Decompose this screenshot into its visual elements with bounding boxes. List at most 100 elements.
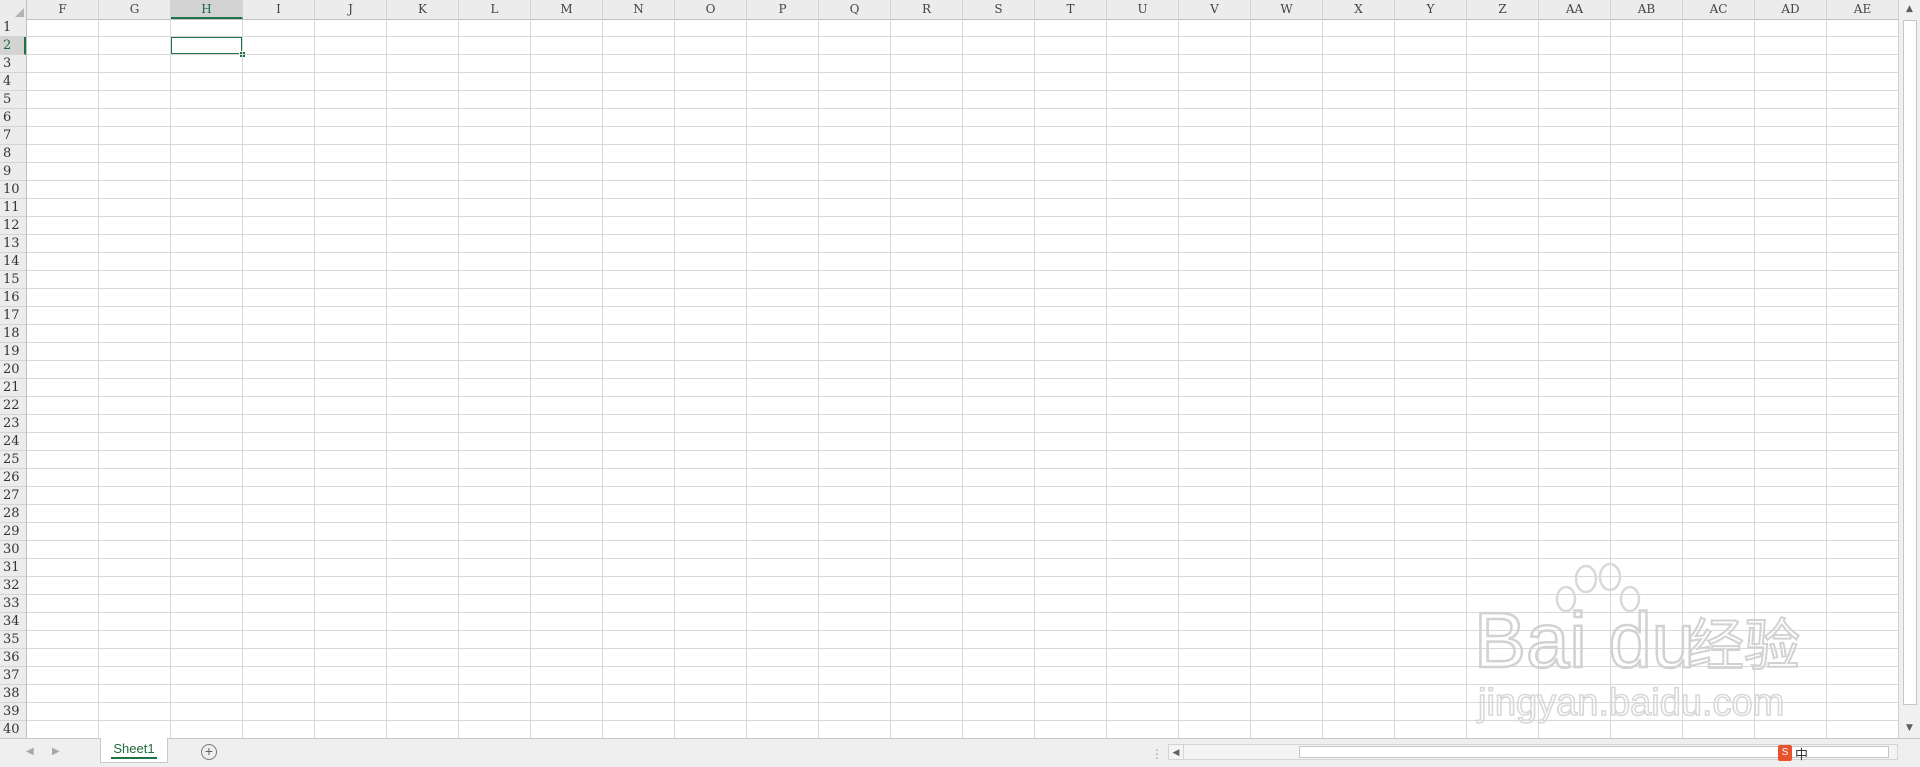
column-header-r[interactable]: R — [891, 0, 963, 19]
row-header-20[interactable]: 20 — [0, 361, 26, 379]
row-header-40[interactable]: 40 — [0, 721, 26, 739]
row-header-22[interactable]: 22 — [0, 397, 26, 415]
grid-row-line — [27, 216, 1898, 217]
column-header-t[interactable]: T — [1035, 0, 1107, 19]
grid-row-line — [27, 36, 1898, 37]
add-sheet-button[interactable]: + — [201, 744, 217, 760]
row-header-17[interactable]: 17 — [0, 307, 26, 325]
vertical-scroll-thumb[interactable] — [1903, 20, 1917, 705]
ime-icon[interactable]: S — [1778, 745, 1792, 761]
select-all-corner[interactable] — [0, 0, 27, 19]
grid-row-line — [27, 90, 1898, 91]
row-header-21[interactable]: 21 — [0, 379, 26, 397]
column-header-aa[interactable]: AA — [1539, 0, 1611, 19]
grid-row-line — [27, 270, 1898, 271]
split-handle-icon[interactable]: ⋮ — [1151, 747, 1163, 761]
grid-row-line — [27, 468, 1898, 469]
row-header-37[interactable]: 37 — [0, 667, 26, 685]
row-header-6[interactable]: 6 — [0, 109, 26, 127]
tab-scroll-left-icon[interactable]: ◀ — [26, 746, 34, 757]
grid-row-line — [27, 630, 1898, 631]
row-header-39[interactable]: 39 — [0, 703, 26, 721]
column-header-i[interactable]: I — [243, 0, 315, 19]
scroll-left-arrow-icon[interactable]: ◀ — [1169, 745, 1184, 759]
row-header-32[interactable]: 32 — [0, 577, 26, 595]
grid-row-line — [27, 108, 1898, 109]
column-header-u[interactable]: U — [1107, 0, 1179, 19]
row-header-29[interactable]: 29 — [0, 523, 26, 541]
row-header-34[interactable]: 34 — [0, 613, 26, 631]
row-header-28[interactable]: 28 — [0, 505, 26, 523]
grid-row-line — [27, 198, 1898, 199]
row-header-14[interactable]: 14 — [0, 253, 26, 271]
sheet-tab-label: Sheet1 — [113, 741, 155, 756]
column-header-o[interactable]: O — [675, 0, 747, 19]
column-header-v[interactable]: V — [1179, 0, 1251, 19]
column-header-l[interactable]: L — [459, 0, 531, 19]
row-header-27[interactable]: 27 — [0, 487, 26, 505]
row-header-2[interactable]: 2 — [0, 37, 26, 55]
row-header-13[interactable]: 13 — [0, 235, 26, 253]
row-header-10[interactable]: 10 — [0, 181, 26, 199]
column-header-p[interactable]: P — [747, 0, 819, 19]
row-header-19[interactable]: 19 — [0, 343, 26, 361]
select-all-triangle-icon — [15, 8, 24, 17]
column-header-q[interactable]: Q — [819, 0, 891, 19]
scroll-up-arrow-icon[interactable]: ▲ — [1902, 2, 1917, 17]
row-header-25[interactable]: 25 — [0, 451, 26, 469]
row-header-16[interactable]: 16 — [0, 289, 26, 307]
column-header-g[interactable]: G — [99, 0, 171, 19]
row-header-30[interactable]: 30 — [0, 541, 26, 559]
column-header-f[interactable]: F — [27, 0, 99, 19]
column-header-s[interactable]: S — [963, 0, 1035, 19]
column-header-n[interactable]: N — [603, 0, 675, 19]
grid-row-line — [27, 414, 1898, 415]
row-header-18[interactable]: 18 — [0, 325, 26, 343]
cell-grid[interactable] — [27, 19, 1898, 738]
row-header-24[interactable]: 24 — [0, 433, 26, 451]
grid-row-line — [27, 666, 1898, 667]
column-header-ad[interactable]: AD — [1755, 0, 1827, 19]
row-header-7[interactable]: 7 — [0, 127, 26, 145]
row-header-26[interactable]: 26 — [0, 469, 26, 487]
row-header-33[interactable]: 33 — [0, 595, 26, 613]
grid-row-line — [27, 684, 1898, 685]
column-header-ac[interactable]: AC — [1683, 0, 1755, 19]
column-header-h[interactable]: H — [171, 0, 243, 19]
row-header-1[interactable]: 1 — [0, 19, 26, 37]
row-header-11[interactable]: 11 — [0, 199, 26, 217]
ime-label: S — [1781, 747, 1789, 758]
column-header-ae[interactable]: AE — [1827, 0, 1899, 19]
row-header-3[interactable]: 3 — [0, 55, 26, 73]
column-header-k[interactable]: K — [387, 0, 459, 19]
grid-row-line — [27, 324, 1898, 325]
row-header-36[interactable]: 36 — [0, 649, 26, 667]
input-language-indicator[interactable]: 中 — [1795, 744, 1808, 763]
selected-cell[interactable] — [170, 36, 243, 55]
row-header-4[interactable]: 4 — [0, 73, 26, 91]
grid-row-line — [27, 288, 1898, 289]
grid-row-line — [27, 72, 1898, 73]
grid-row-line — [27, 720, 1898, 721]
row-header-15[interactable]: 15 — [0, 271, 26, 289]
row-header-31[interactable]: 31 — [0, 559, 26, 577]
vertical-scrollbar[interactable]: ▲ ▼ — [1898, 0, 1920, 738]
row-header-23[interactable]: 23 — [0, 415, 26, 433]
row-header-9[interactable]: 9 — [0, 163, 26, 181]
column-header-ab[interactable]: AB — [1611, 0, 1683, 19]
scroll-down-arrow-icon[interactable]: ▼ — [1902, 721, 1917, 736]
column-header-z[interactable]: Z — [1467, 0, 1539, 19]
tab-sheet1[interactable]: Sheet1 — [100, 738, 168, 763]
row-header-12[interactable]: 12 — [0, 217, 26, 235]
row-header-5[interactable]: 5 — [0, 91, 26, 109]
column-header-w[interactable]: W — [1251, 0, 1323, 19]
column-header-x[interactable]: X — [1323, 0, 1395, 19]
column-header-m[interactable]: M — [531, 0, 603, 19]
grid-row-line — [27, 252, 1898, 253]
row-header-35[interactable]: 35 — [0, 631, 26, 649]
row-header-38[interactable]: 38 — [0, 685, 26, 703]
column-header-j[interactable]: J — [315, 0, 387, 19]
tab-scroll-right-icon[interactable]: ▶ — [52, 746, 60, 757]
row-header-8[interactable]: 8 — [0, 145, 26, 163]
column-header-y[interactable]: Y — [1395, 0, 1467, 19]
